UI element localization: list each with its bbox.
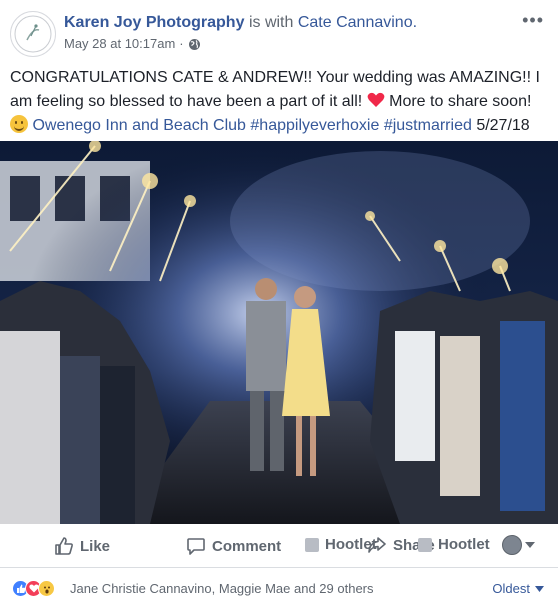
hashtag-link[interactable]: #justmarried [384,117,472,134]
thumbs-up-icon [55,537,73,555]
author-name[interactable]: Karen Joy Photography [64,14,244,31]
tagged-person[interactable]: Cate Cannavino. [298,14,417,31]
account-avatar [502,535,522,555]
heart-emoji-icon [367,92,385,107]
comment-icon [187,538,205,555]
more-options-button[interactable]: ••• [522,10,544,31]
wedding-sparkler-photo [0,141,558,524]
author-line: Karen Joy Photography is with Cate Canna… [64,13,417,33]
hootlet-icon [418,537,432,552]
post-date[interactable]: May 28 at 10:17am [64,36,175,52]
meta-separator: · [179,36,184,51]
logo-icon [14,15,52,53]
post-text-more: More to share soon! [389,93,532,110]
location-link[interactable]: Owenego Inn and Beach Club [32,117,245,134]
globe-icon [188,38,200,50]
sort-label: Oldest [492,581,530,596]
posted-date: 5/27/18 [476,117,530,134]
hootlet-icon [305,537,319,552]
like-button[interactable]: Like [54,536,110,556]
hootlet-button[interactable]: Hootlet [305,536,377,553]
post-as-selector[interactable] [502,535,535,555]
chevron-down-icon [525,542,535,548]
post-text: CONGRATULATIONS CATE & ANDREW!! Your wed… [10,66,550,138]
action-bar: Like Comment Hootlet Share Hootlet [0,524,558,568]
post-photo[interactable] [0,141,558,524]
comment-sort-selector[interactable]: Oldest [492,581,544,596]
post-header: Karen Joy Photography is with Cate Canna… [0,0,558,60]
comment-button[interactable]: Comment [186,536,281,556]
reaction-names[interactable]: Jane Christie Cannavino, Maggie Mae and … [70,581,374,596]
share-hootlet-label: Hootlet [438,536,490,553]
wow-reaction-icon [38,580,55,597]
share-hootlet-button[interactable]: Hootlet [418,536,490,553]
with-text: is with [248,14,294,31]
page-avatar[interactable] [10,11,56,57]
hashtag-link[interactable]: #happilyeverhoxie [250,117,379,134]
share-arrow-icon [368,537,386,553]
reaction-icons[interactable] [12,580,55,597]
chevron-down-icon [535,585,544,592]
like-label: Like [80,537,111,555]
post-meta: May 28 at 10:17am · [64,36,201,52]
smile-emoji-icon [10,115,28,133]
comment-label: Comment [212,537,282,555]
reactions-bar: Jane Christie Cannavino, Maggie Mae and … [0,568,558,607]
